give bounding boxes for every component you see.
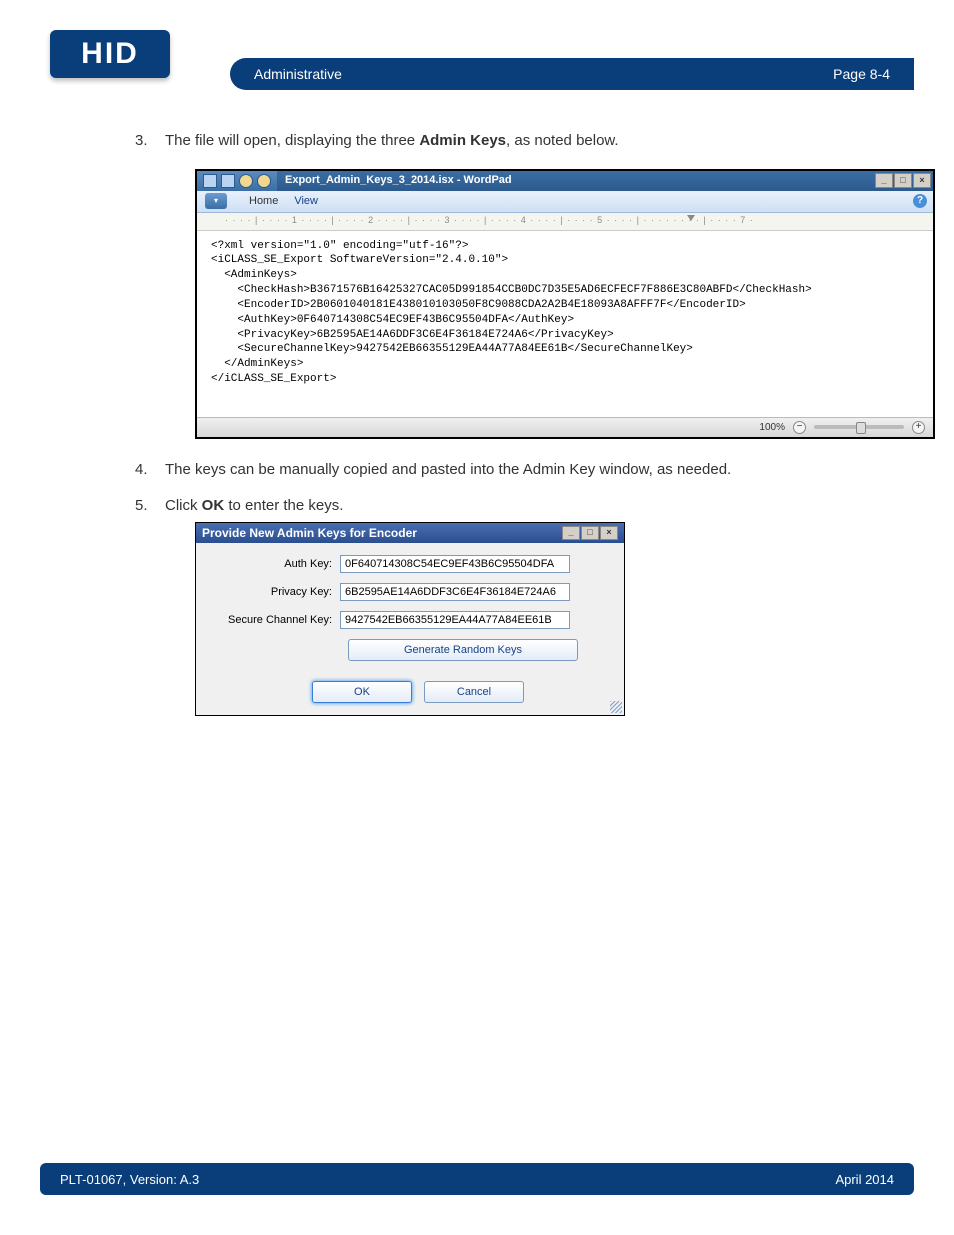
cancel-button[interactable]: Cancel — [424, 681, 524, 703]
doc-date: April 2014 — [835, 1172, 894, 1187]
ruler-ticks: · · · · | · · · · 1 · · · · | · · · · 2 … — [225, 214, 754, 228]
ruler[interactable]: · · · · | · · · · 1 · · · · | · · · · 2 … — [197, 213, 933, 231]
step-5-post: to enter the keys. — [224, 497, 343, 514]
tab-view[interactable]: View — [294, 193, 318, 210]
step-3-bold: Admin Keys — [419, 132, 506, 149]
step-3-pre: The file will open, displaying the three — [165, 132, 419, 149]
wordpad-title: Export_Admin_Keys_3_2014.isx - WordPad — [277, 172, 875, 189]
maximize-button[interactable]: □ — [894, 173, 912, 188]
help-icon[interactable]: ? — [913, 194, 927, 208]
margin-marker-icon[interactable] — [687, 215, 695, 221]
wordpad-window: Export_Admin_Keys_3_2014.isx - WordPad _… — [195, 169, 935, 439]
app-menu-button[interactable] — [205, 193, 227, 209]
dialog-window-controls: _ □ × — [562, 526, 618, 540]
dialog-title: Provide New Admin Keys for Encoder — [202, 524, 417, 542]
page-number-top: Page 8-4 — [833, 66, 890, 82]
minimize-button[interactable]: _ — [875, 173, 893, 188]
admin-keys-dialog: Provide New Admin Keys for Encoder _ □ ×… — [195, 522, 625, 716]
step-3: The file will open, displaying the three… — [135, 130, 904, 439]
tab-home[interactable]: Home — [249, 193, 278, 210]
dialog-maximize-button[interactable]: □ — [581, 526, 599, 540]
redo-icon[interactable] — [257, 174, 271, 188]
auth-key-label: Auth Key: — [212, 556, 340, 573]
doc-id: PLT-01067, Version: A.3 — [60, 1172, 199, 1187]
save-icon[interactable] — [221, 174, 235, 188]
step-5-bold: OK — [202, 497, 225, 514]
quick-access-toolbar[interactable] — [197, 171, 277, 191]
close-button[interactable]: × — [913, 173, 931, 188]
dialog-minimize-button[interactable]: _ — [562, 526, 580, 540]
secure-channel-key-label: Secure Channel Key: — [212, 612, 340, 629]
status-bar: 100% − + — [197, 417, 933, 437]
secure-channel-key-input[interactable] — [340, 611, 570, 629]
page-footer: PLT-01067, Version: A.3 April 2014 — [40, 1163, 914, 1195]
undo-icon[interactable] — [239, 174, 253, 188]
generate-random-keys-button[interactable]: Generate Random Keys — [348, 639, 578, 661]
wordpad-titlebar[interactable]: Export_Admin_Keys_3_2014.isx - WordPad _… — [197, 171, 933, 191]
page-header: HID Administrative Page 8-4 — [40, 58, 914, 90]
header-pill: Administrative Page 8-4 — [230, 58, 914, 90]
page-content: The file will open, displaying the three… — [135, 130, 904, 730]
step-4: The keys can be manually copied and past… — [135, 459, 904, 482]
hid-logo: HID — [50, 30, 170, 78]
document-body[interactable]: <?xml version="1.0" encoding="utf-16"?> … — [197, 231, 933, 417]
zoom-in-button[interactable]: + — [912, 421, 925, 434]
ribbon-tabs: Home View ? — [197, 191, 933, 213]
ok-button[interactable]: OK — [312, 681, 412, 703]
step-3-post: , as noted below. — [506, 132, 619, 149]
logo-wrap: HID — [40, 58, 220, 90]
resize-grip-icon[interactable] — [610, 701, 622, 713]
app-icon[interactable] — [203, 174, 217, 188]
dialog-body: Auth Key: Privacy Key: Secure Channel Ke… — [196, 543, 624, 715]
privacy-key-label: Privacy Key: — [212, 584, 340, 601]
step-5-pre: Click — [165, 497, 202, 514]
zoom-level: 100% — [759, 420, 785, 435]
privacy-key-input[interactable] — [340, 583, 570, 601]
step-5: Click OK to enter the keys. Provide New … — [135, 495, 904, 716]
section-title: Administrative — [254, 66, 342, 82]
dialog-titlebar[interactable]: Provide New Admin Keys for Encoder _ □ × — [196, 523, 624, 543]
zoom-slider[interactable] — [814, 425, 904, 429]
window-controls: _ □ × — [875, 173, 933, 188]
zoom-out-button[interactable]: − — [793, 421, 806, 434]
dialog-close-button[interactable]: × — [600, 526, 618, 540]
auth-key-input[interactable] — [340, 555, 570, 573]
